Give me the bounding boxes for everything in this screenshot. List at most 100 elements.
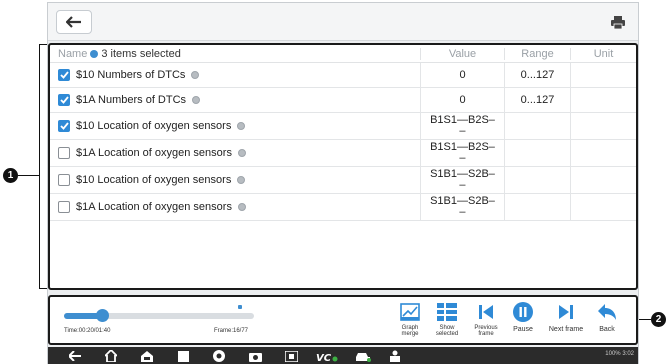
previous-frame-icon: [479, 305, 493, 319]
row-checkbox[interactable]: [58, 201, 70, 213]
row-name: $10 Numbers of DTCs: [76, 69, 186, 81]
status-bar: 100% 3:02: [605, 351, 634, 357]
back-arrow-icon: [598, 304, 616, 320]
checkmark-icon: [59, 122, 69, 130]
row-checkbox[interactable]: [58, 94, 70, 106]
screenshot-icon: [284, 350, 298, 362]
camera-icon: [248, 352, 262, 362]
callout-1-leader: [18, 175, 39, 176]
nav-camera-button[interactable]: [248, 349, 262, 363]
back-label: Back: [599, 326, 615, 333]
nav-mechanic-button[interactable]: [386, 349, 404, 363]
table-row[interactable]: $1A Location of oxygen sensors B1S1—B2S– …: [50, 140, 636, 167]
pause-icon: [513, 302, 533, 322]
callout-1-bracket: [39, 44, 40, 288]
row-unit: [570, 140, 636, 166]
recent-apps-icon: [177, 350, 189, 362]
data-stream-table: Name 3 items selected Value Range Unit $…: [48, 43, 638, 290]
row-range: [504, 167, 570, 193]
previous-frame-button[interactable]: Previous frame: [470, 301, 502, 337]
info-icon[interactable]: [191, 71, 200, 79]
pause-button[interactable]: Pause: [509, 301, 537, 333]
previous-frame-label: Previous frame: [474, 325, 498, 337]
nav-chrome-button[interactable]: [212, 349, 226, 363]
nav-recent-button[interactable]: [176, 349, 190, 363]
row-unit: [570, 63, 636, 87]
row-range: 0...127: [504, 88, 570, 112]
row-range: [504, 113, 570, 139]
row-checkbox[interactable]: [58, 147, 70, 159]
row-range: [504, 194, 570, 220]
callout-2: 2: [651, 312, 666, 327]
next-frame-label: Next frame: [548, 326, 584, 333]
callout-1-bracket-top: [39, 44, 47, 45]
table-body: $10 Numbers of DTCs 0 0...127 $1A Numbers o…: [50, 63, 636, 221]
row-name: $10 Location of oxygen sensors: [76, 120, 232, 132]
row-name: $1A Numbers of DTCs: [76, 94, 187, 106]
table-row[interactable]: $10 Location of oxygen sensors B1S1—B2S– …: [50, 113, 636, 140]
row-checkbox[interactable]: [58, 120, 70, 132]
table-row[interactable]: $1A Location of oxygen sensors S1B1—S2B– …: [50, 194, 636, 221]
print-button[interactable]: [608, 13, 628, 31]
playback-slider[interactable]: [64, 309, 254, 322]
back-playback-button[interactable]: Back: [594, 301, 620, 333]
table-header: Name 3 items selected Value Range Unit: [50, 45, 636, 63]
unit-column-header: Unit: [570, 47, 636, 60]
table-row[interactable]: $10 Numbers of DTCs 0 0...127: [50, 63, 636, 88]
row-unit: [570, 194, 636, 220]
graph-merge-button[interactable]: Graph merge: [395, 301, 425, 337]
row-unit: [570, 167, 636, 193]
playback-toolbar: Time:00:20/01:40 Frame:16/77 Graph merge…: [48, 295, 638, 345]
nav-back-icon: [69, 351, 81, 361]
home-icon: [105, 350, 117, 362]
show-selected-icon: [437, 303, 457, 321]
show-selected-button[interactable]: Show selected: [432, 301, 462, 337]
range-column-header: Range: [504, 47, 570, 60]
row-name: $10 Location of oxygen sensors: [76, 174, 232, 186]
info-icon[interactable]: [192, 96, 201, 104]
svg-text:VC: VC: [316, 353, 332, 362]
printer-icon: [611, 15, 625, 29]
nav-car-button[interactable]: [354, 349, 372, 363]
playback-slider-thumb[interactable]: [96, 309, 109, 322]
info-icon[interactable]: [237, 176, 246, 184]
value-column-header: Value: [420, 47, 504, 60]
battery-level: 100%: [605, 351, 621, 357]
row-checkbox[interactable]: [58, 69, 70, 81]
table-row[interactable]: $1A Numbers of DTCs 0 0...127: [50, 88, 636, 113]
nav-car-home-button[interactable]: [140, 349, 154, 363]
row-range: [504, 140, 570, 166]
android-nav-bar: VC 100% 3:02: [48, 347, 638, 364]
row-checkbox[interactable]: [58, 174, 70, 186]
info-icon[interactable]: [237, 149, 246, 157]
car-icon: [356, 352, 371, 362]
device-screen: Name 3 items selected Value Range Unit $…: [47, 2, 639, 364]
table-row[interactable]: $10 Location of oxygen sensors S1B1—S2B– …: [50, 167, 636, 194]
next-frame-icon: [559, 305, 573, 319]
row-name: $1A Location of oxygen sensors: [76, 147, 232, 159]
nav-home-button[interactable]: [104, 349, 118, 363]
pause-label: Pause: [513, 326, 533, 333]
row-value: B1S1—B2S– –: [420, 140, 504, 166]
selection-dot-icon: [90, 49, 99, 58]
row-value: 0: [420, 88, 504, 112]
row-range: 0...127: [504, 63, 570, 87]
row-value: 0: [420, 63, 504, 87]
bookmark-marker: [238, 305, 242, 309]
vci-icon: VC: [316, 353, 338, 362]
row-unit: [570, 113, 636, 139]
clock: 3:02: [622, 351, 634, 357]
next-frame-button[interactable]: Next frame: [544, 301, 588, 333]
playback-frame: Frame:16/77: [214, 328, 249, 334]
nav-back-button[interactable]: [68, 349, 82, 363]
info-icon[interactable]: [237, 203, 246, 211]
info-icon[interactable]: [237, 122, 246, 130]
selected-count: 3 items selected: [101, 47, 181, 60]
back-button[interactable]: [56, 10, 92, 34]
name-column-header: Name: [58, 47, 88, 60]
car-home-icon: [141, 351, 153, 362]
mechanic-icon: [390, 350, 400, 362]
nav-screenshot-button[interactable]: [284, 349, 298, 363]
nav-vci-button[interactable]: VC: [316, 349, 338, 363]
row-value: S1B1—S2B– –: [420, 167, 504, 193]
